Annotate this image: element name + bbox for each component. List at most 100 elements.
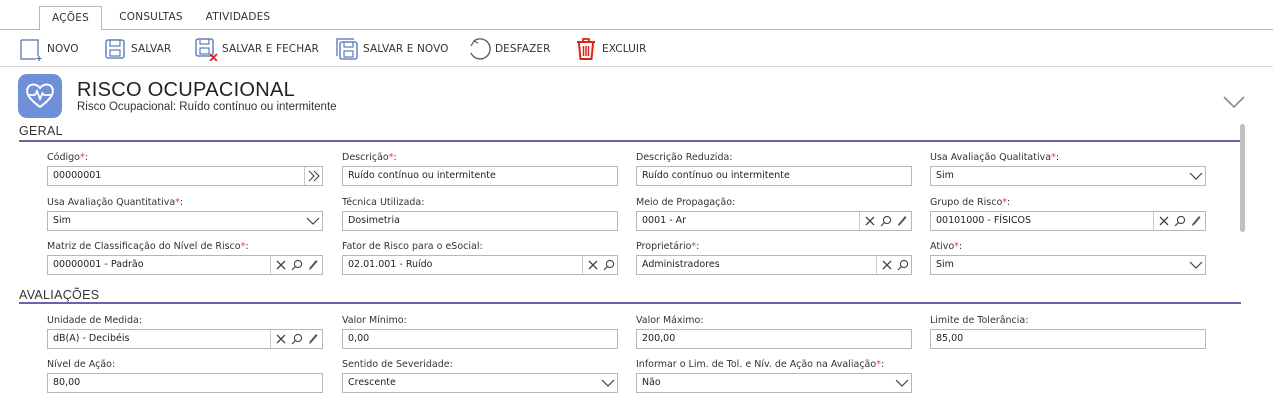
field-value: 80,00 xyxy=(53,377,81,388)
tab-atividades[interactable]: ATIVIDADES xyxy=(198,6,278,30)
chevron-down-icon[interactable] xyxy=(1188,168,1204,184)
salvar-e-fechar-button[interactable]: SALVAR E FECHAR xyxy=(194,35,319,63)
divider xyxy=(876,256,877,274)
chevron-down-icon[interactable] xyxy=(600,375,616,391)
field-value: 85,00 xyxy=(936,333,964,344)
edit-pencil-icon[interactable] xyxy=(894,213,910,229)
chevron-down-icon[interactable] xyxy=(894,375,910,391)
field-label: Valor Máximo: xyxy=(636,315,704,326)
field-value: Não xyxy=(642,377,661,388)
field-value: 0001 - Ar xyxy=(642,215,687,226)
edit-pencil-icon[interactable] xyxy=(305,331,321,347)
usa-quantitativa-select[interactable]: Sim xyxy=(47,211,323,231)
record-header: RISCO OCUPACIONAL Risco Ocupacional: Ruí… xyxy=(0,67,1273,125)
grupo-risco-lookup[interactable]: 00101000 - FÍSICOS xyxy=(930,211,1206,231)
field-value: Administradores xyxy=(642,259,720,270)
search-icon[interactable] xyxy=(289,331,305,347)
descricao-field: Descrição*: Ruído contínuo ou intermiten… xyxy=(342,151,618,186)
informar-limite-field: Informar o Lim. de Tol. e Nív. de Ação n… xyxy=(636,358,912,393)
field-value: 00000001 xyxy=(53,170,102,181)
field-value: dB(A) - Decibéis xyxy=(53,333,130,344)
tab-label: AÇÕES xyxy=(52,12,89,24)
sentido-severidade-select[interactable]: Crescente xyxy=(342,373,618,393)
tab-consultas[interactable]: CONSULTAS xyxy=(110,6,192,30)
desfazer-button[interactable]: DESFAZER xyxy=(467,35,551,63)
field-value: Sim xyxy=(53,215,71,226)
tab-acoes[interactable]: AÇÕES xyxy=(39,6,102,30)
toolbar: NOVO SALVAR SALVAR E FECHAR SALVAR E NOV… xyxy=(0,30,1273,67)
limite-tolerancia-input[interactable]: 85,00 xyxy=(930,329,1206,349)
proprietario-lookup[interactable]: Administradores xyxy=(636,255,912,275)
field-label: Limite de Tolerância: xyxy=(930,315,1029,326)
field-label: Grupo de Risco*: xyxy=(930,197,1011,208)
field-value: 200,00 xyxy=(642,333,676,344)
clear-icon[interactable] xyxy=(273,257,289,273)
field-label: Unidade de Medida: xyxy=(47,315,143,326)
search-icon[interactable] xyxy=(289,257,305,273)
scrollbar[interactable] xyxy=(1240,124,1245,232)
divider xyxy=(1153,212,1154,230)
tab-bar: AÇÕES CONSULTAS ATIVIDADES xyxy=(0,0,1273,30)
chevron-down-icon[interactable] xyxy=(1188,257,1204,273)
field-label: Código*: xyxy=(47,152,88,163)
salvar-e-fechar-label: SALVAR E FECHAR xyxy=(222,43,319,55)
field-label: Técnica Utilizada: xyxy=(342,197,425,208)
field-label: Nível de Ação: xyxy=(47,359,116,370)
valor-maximo-input[interactable]: 200,00 xyxy=(636,329,912,349)
informar-limite-select[interactable]: Não xyxy=(636,373,912,393)
chevron-down-icon[interactable] xyxy=(1222,94,1246,110)
usa-qualitativa-select[interactable]: Sim xyxy=(930,166,1206,186)
field-value: 0,00 xyxy=(348,333,370,344)
matriz-lookup[interactable]: 00000001 - Padrão xyxy=(47,255,323,275)
codigo-input[interactable]: 00000001 xyxy=(47,166,323,186)
salvar-e-novo-button[interactable]: SALVAR E NOVO xyxy=(335,35,449,63)
clear-icon[interactable] xyxy=(585,257,601,273)
fator-esocial-lookup[interactable]: 02.01.001 - Ruído xyxy=(342,255,618,275)
fator-esocial-field: Fator de Risco para o eSocial: 02.01.001… xyxy=(342,240,618,275)
matriz-field: Matriz de Classificação do Nível de Risc… xyxy=(47,240,323,275)
ativo-select[interactable]: Sim xyxy=(930,255,1206,275)
desfazer-label: DESFAZER xyxy=(495,43,551,55)
ativo-field: Ativo*: Sim xyxy=(930,240,1206,275)
search-icon[interactable] xyxy=(878,213,894,229)
search-icon[interactable] xyxy=(1172,213,1188,229)
meio-propagacao-field: Meio de Propagação: 0001 - Ar xyxy=(636,196,912,231)
meio-propagacao-lookup[interactable]: 0001 - Ar xyxy=(636,211,912,231)
save-icon xyxy=(105,39,125,59)
field-label: Fator de Risco para o eSocial: xyxy=(342,241,483,252)
clear-icon[interactable] xyxy=(273,331,289,347)
excluir-label: EXCLUIR xyxy=(602,43,647,55)
app-icon xyxy=(18,74,62,118)
field-value: 00101000 - FÍSICOS xyxy=(936,215,1032,226)
field-label: Descrição*: xyxy=(342,152,397,163)
descricao-reduzida-input[interactable]: Ruído contínuo ou intermitente xyxy=(636,166,912,186)
salvar-button[interactable]: SALVAR xyxy=(103,35,171,63)
edit-pencil-icon[interactable] xyxy=(305,257,321,273)
search-icon[interactable] xyxy=(895,257,911,273)
section-divider-avaliacoes xyxy=(19,302,1241,304)
next-arrow-icon[interactable] xyxy=(306,168,322,184)
chevron-down-icon[interactable] xyxy=(305,213,321,229)
tecnica-input[interactable]: Dosimetria xyxy=(342,211,618,231)
valor-maximo-field: Valor Máximo: 200,00 xyxy=(636,314,912,349)
salvar-label: SALVAR xyxy=(131,43,172,55)
divider xyxy=(304,167,305,185)
clear-icon[interactable] xyxy=(862,213,878,229)
valor-minimo-input[interactable]: 0,00 xyxy=(342,329,618,349)
unidade-medida-lookup[interactable]: dB(A) - Decibéis xyxy=(47,329,323,349)
clear-icon[interactable] xyxy=(879,257,895,273)
excluir-button[interactable]: EXCLUIR xyxy=(574,35,647,63)
novo-button[interactable]: NOVO xyxy=(19,35,79,63)
divider xyxy=(582,256,583,274)
field-label: Usa Avaliação Qualitativa*: xyxy=(930,152,1060,163)
field-value: 00000001 - Padrão xyxy=(53,259,144,270)
tab-label: CONSULTAS xyxy=(119,11,183,23)
field-value: Ruído contínuo ou intermitente xyxy=(348,170,496,181)
descricao-input[interactable]: Ruído contínuo ou intermitente xyxy=(342,166,618,186)
search-icon[interactable] xyxy=(601,257,617,273)
novo-label: NOVO xyxy=(47,43,79,55)
edit-pencil-icon[interactable] xyxy=(1188,213,1204,229)
nivel-acao-input[interactable]: 80,00 xyxy=(47,373,323,393)
heart-monitor-icon xyxy=(26,83,54,109)
clear-icon[interactable] xyxy=(1156,213,1172,229)
